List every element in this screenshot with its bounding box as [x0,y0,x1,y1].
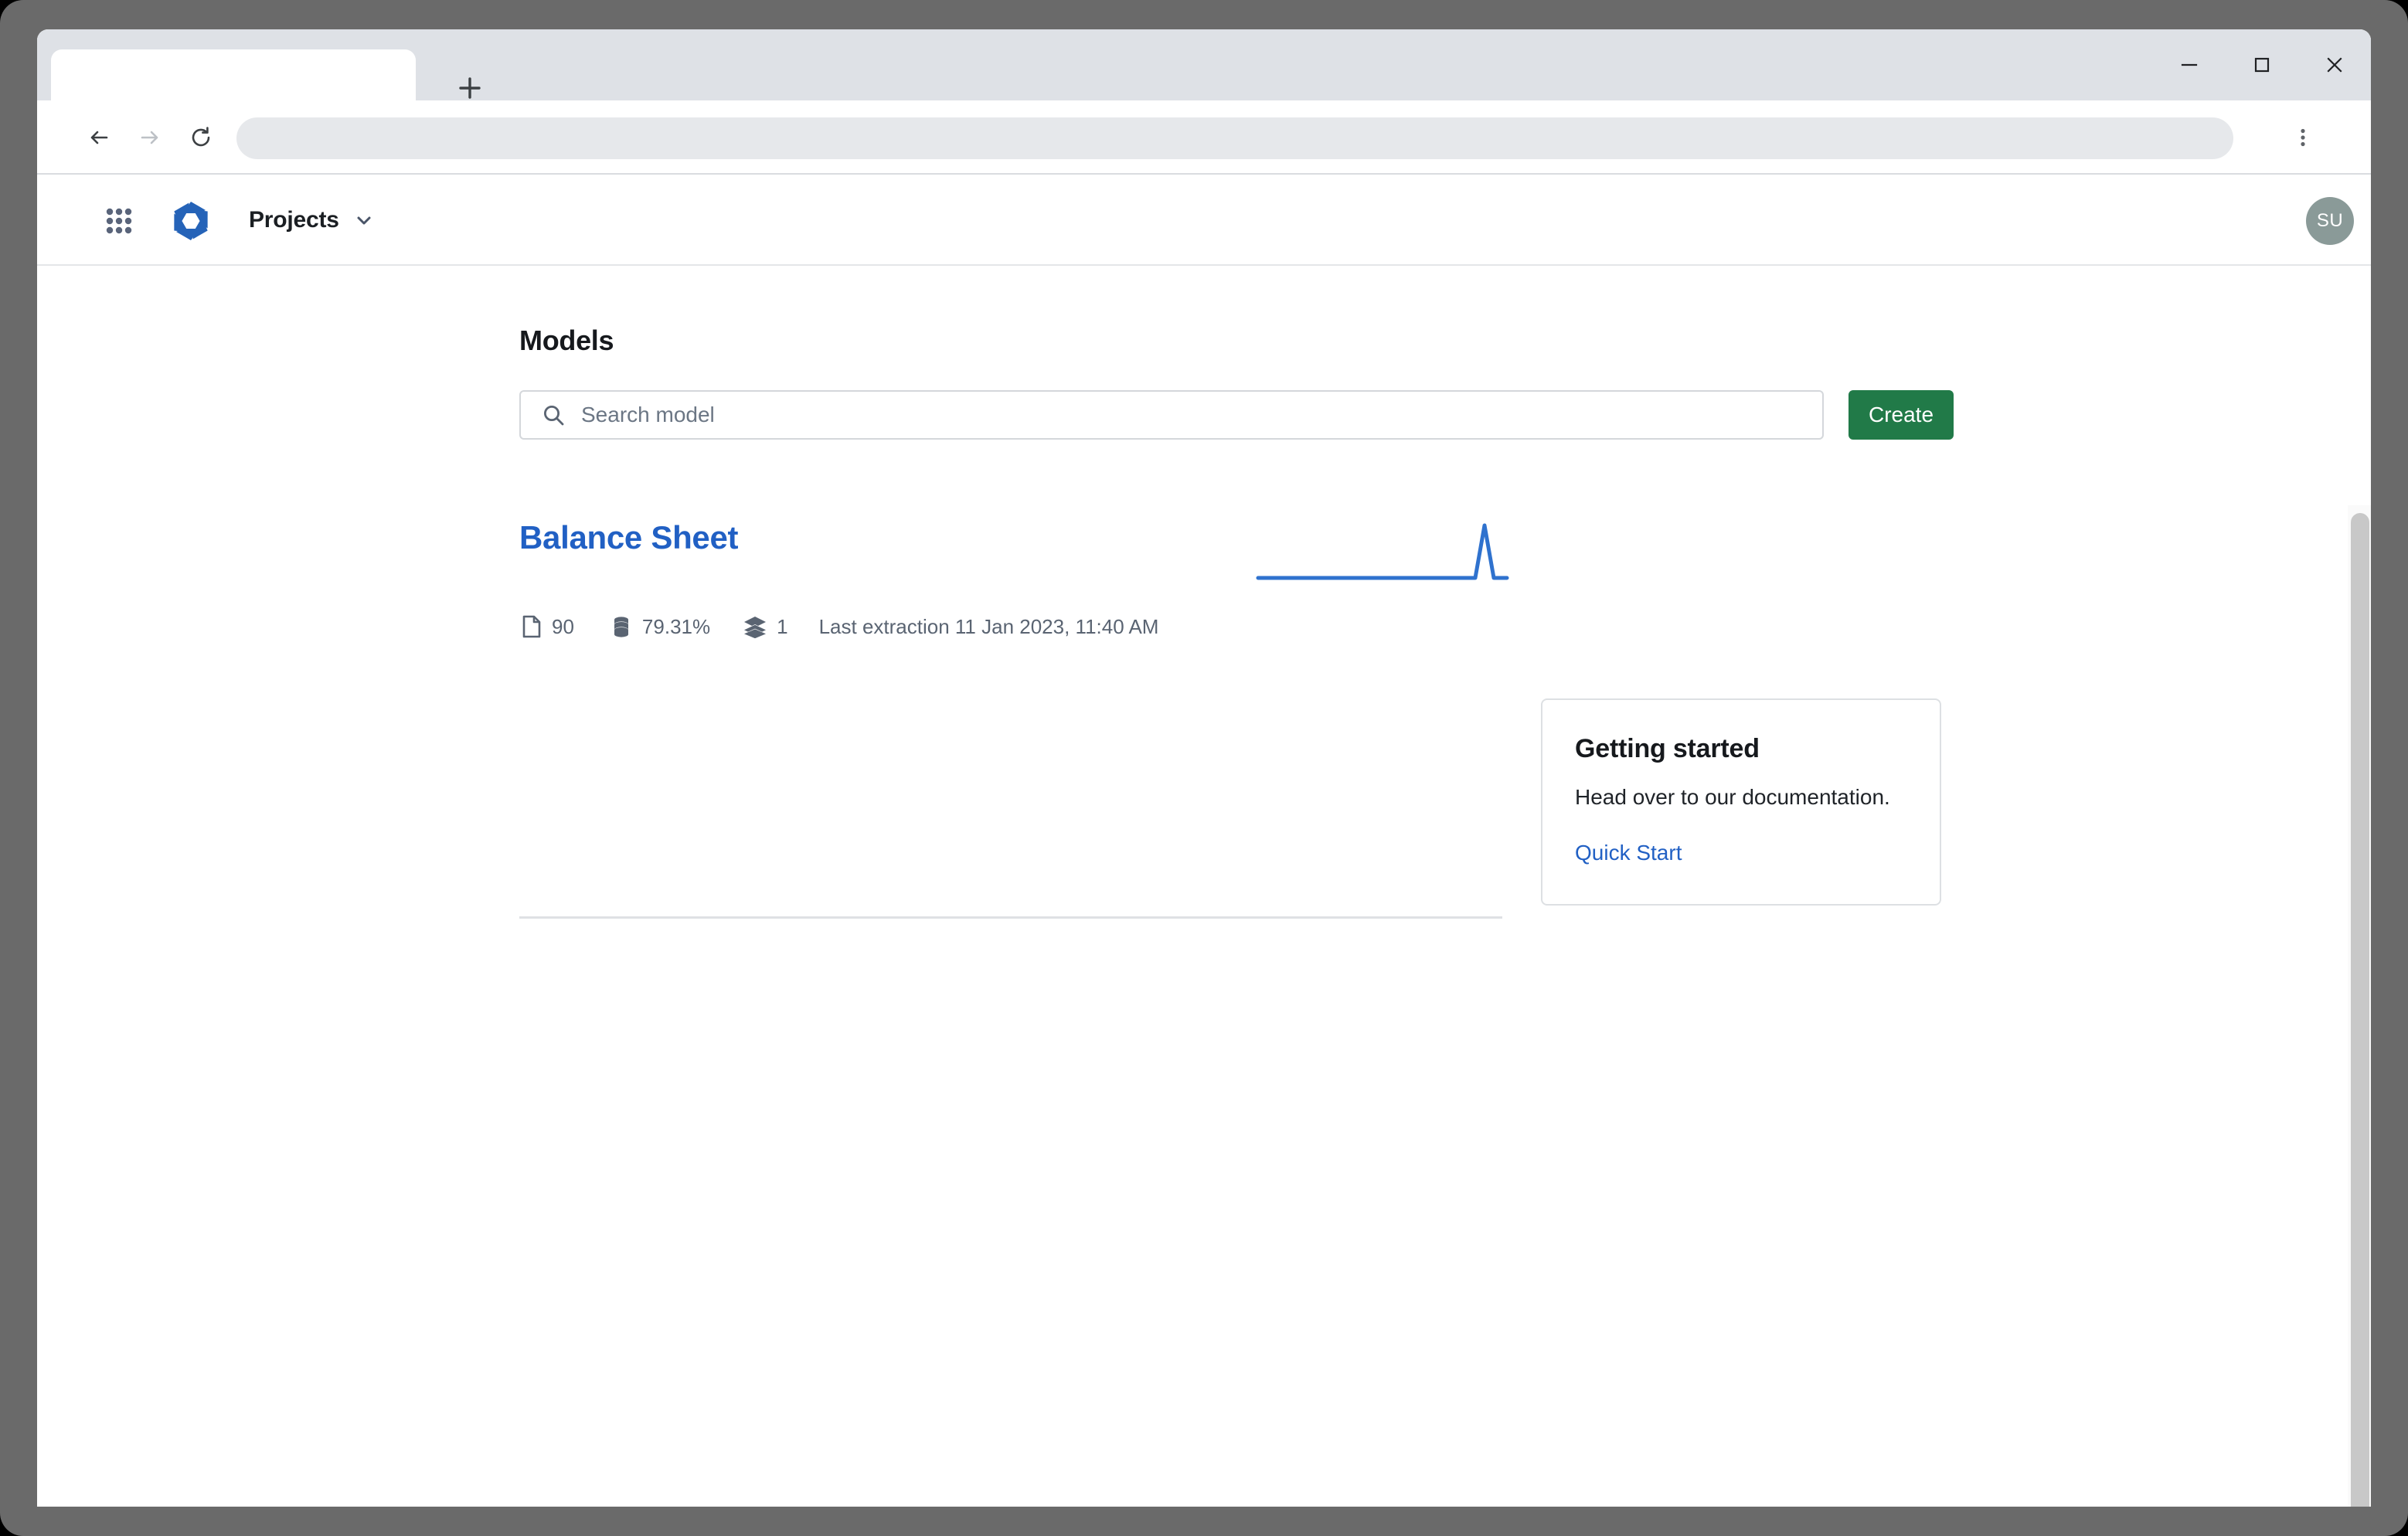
browser-window: Projects SU Models Search model Create B… [37,29,2371,1507]
getting-started-body: Head over to our documentation. [1575,785,1890,809]
browser-tab-strip [37,29,2371,100]
search-input[interactable]: Search model [519,390,1824,440]
plus-icon [459,77,481,99]
maximize-button[interactable] [2226,29,2298,100]
meta-layers-count: 1 [777,614,788,638]
maximize-icon [2254,57,2270,73]
window-controls [2153,29,2371,100]
reload-button[interactable] [176,113,226,162]
browser-tab[interactable] [51,49,416,100]
forward-button[interactable] [125,113,175,162]
database-icon [614,617,628,637]
search-icon [543,405,564,426]
meta-accuracy: 79.31% [610,614,710,639]
user-avatar[interactable]: SU [2306,197,2354,245]
apps-grid-button[interactable] [97,199,141,243]
layers-icon [744,617,767,638]
create-button[interactable]: Create [1849,390,1954,440]
reload-icon [192,127,210,147]
page-scrollbar-thumb[interactable] [2351,513,2369,1507]
minimize-button[interactable] [2153,29,2226,100]
back-arrow-icon [90,131,108,144]
page-title: Models [519,325,614,356]
document-icon [522,615,541,638]
chevron-down-icon [357,216,371,225]
desktop-window-frame: Projects SU Models Search model Create B… [0,0,2408,1536]
meta-documents-count: 90 [552,614,574,638]
aperture-logo-icon [174,202,208,240]
page-content: Models Search model Create Balance Sheet [37,267,2371,1507]
address-bar[interactable] [236,117,2233,159]
app-header: Projects SU [37,175,2371,266]
getting-started-title: Getting started [1575,734,1760,763]
brand-logo[interactable] [167,197,215,245]
quick-start-link[interactable]: Quick Start [1575,841,1682,865]
back-button[interactable] [74,113,124,162]
getting-started-card: Getting started Head over to our documen… [1541,698,1941,906]
model-row-divider [519,916,1502,919]
search-placeholder: Search model [581,403,715,426]
close-icon [2327,57,2342,73]
apps-grid-icon [106,208,132,234]
meta-layers: 1 [743,614,788,639]
model-list-item: Balance Sheet 90 79.31% 1 Last extractio… [519,507,1509,678]
projects-dropdown-label: Projects [249,207,339,233]
meta-documents: 90 [521,615,574,639]
browser-toolbar [37,100,2371,175]
model-name-link[interactable]: Balance Sheet [519,519,739,556]
close-button[interactable] [2298,29,2371,100]
meta-accuracy-value: 79.31% [641,614,711,638]
browser-menu-button[interactable] [2278,113,2328,162]
projects-dropdown[interactable]: Projects [249,201,375,240]
model-metadata: 90 79.31% 1 Last extraction 11 Jan 2023,… [521,611,1158,642]
forward-arrow-icon [141,131,158,144]
meta-last-extraction: Last extraction 11 Jan 2023, 11:40 AM [818,614,1159,638]
minimize-icon [2181,63,2198,66]
kebab-menu-icon [2301,128,2305,147]
sparkline-svg [1256,523,1509,580]
avatar-initials: SU [2316,210,2344,231]
model-sparkline-chart [1255,515,1510,600]
